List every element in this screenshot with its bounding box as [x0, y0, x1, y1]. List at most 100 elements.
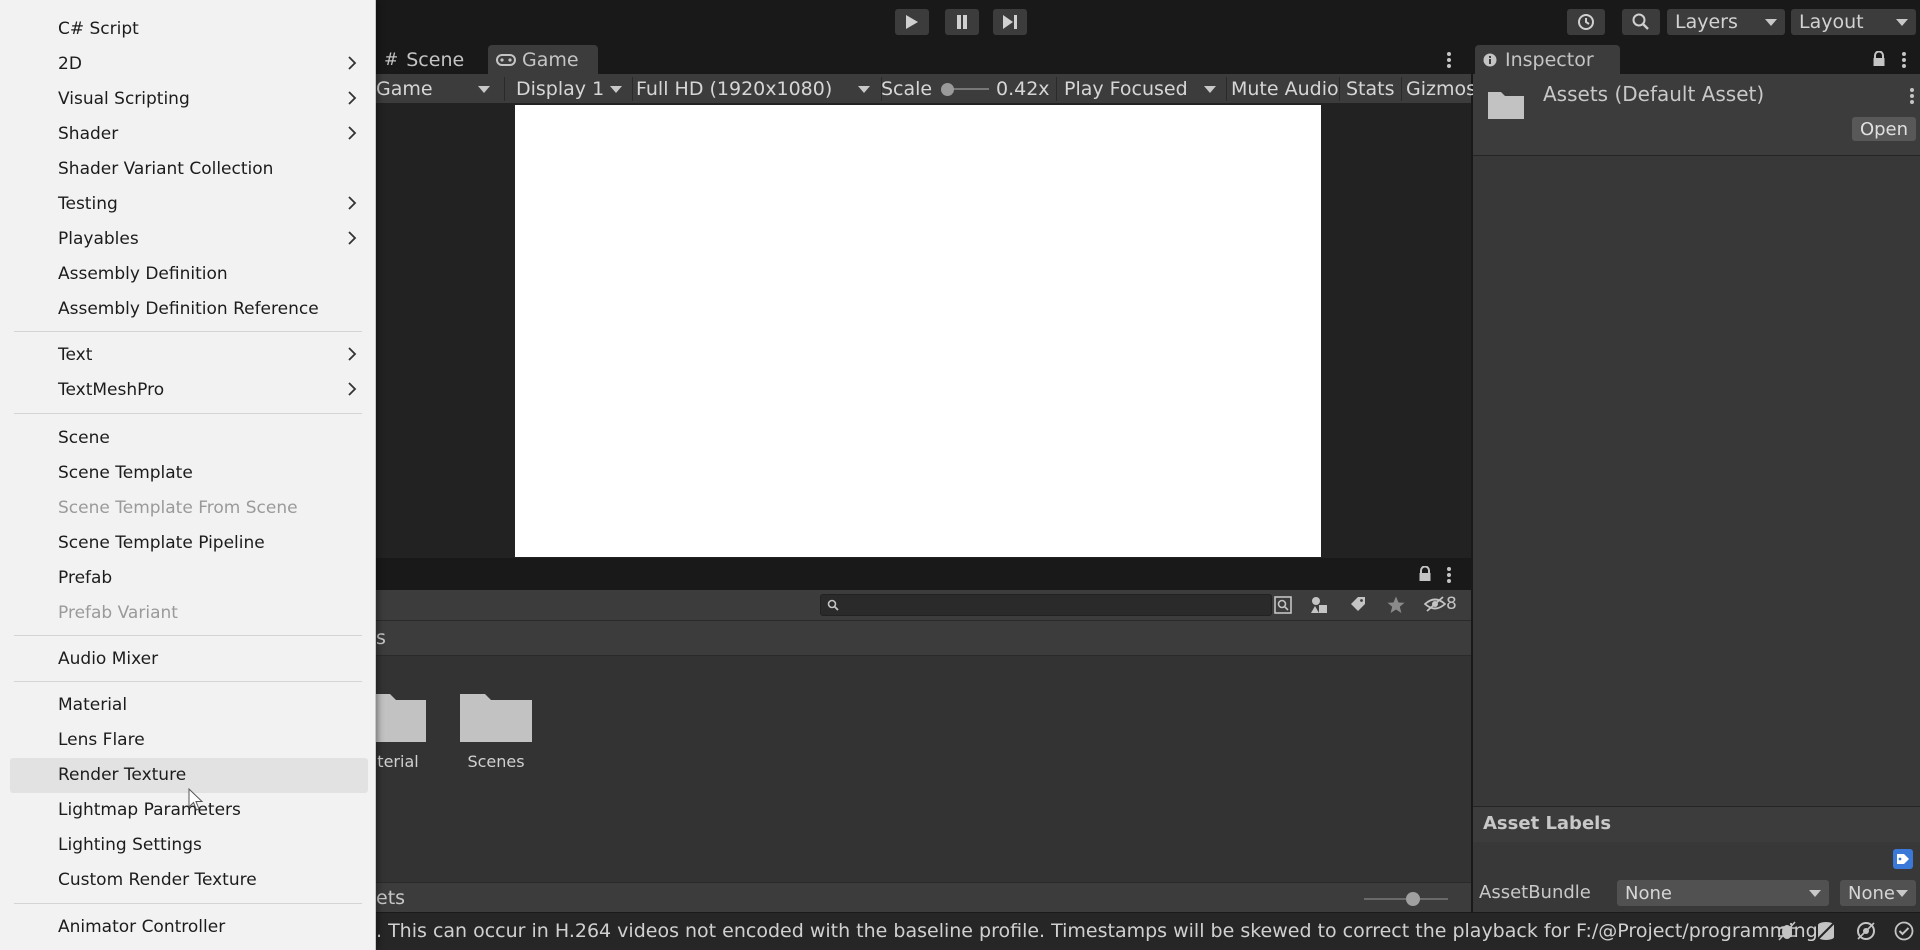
- tab-scene[interactable]: # Scene: [376, 45, 486, 74]
- play-mode-dropdown[interactable]: Play Focused: [1064, 74, 1220, 104]
- menu-item-assembly-definition-reference[interactable]: Assembly Definition Reference: [58, 299, 319, 319]
- asset-bundle-label: AssetBundle: [1479, 882, 1591, 903]
- open-button[interactable]: Open: [1852, 117, 1916, 141]
- menu-item-render-texture[interactable]: Render Texture: [58, 765, 186, 785]
- chevron-down-icon: [1204, 85, 1216, 93]
- menu-item-visual-scripting[interactable]: Visual Scripting: [58, 89, 190, 109]
- history-icon: [1578, 14, 1594, 30]
- more-options-icon[interactable]: [1901, 50, 1907, 70]
- breadcrumb-item[interactable]: s: [376, 627, 386, 649]
- menu-item-prefab[interactable]: Prefab: [58, 568, 112, 588]
- filter-by-type-icon[interactable]: [1309, 595, 1329, 615]
- history-button[interactable]: [1567, 9, 1605, 35]
- gizmos-toggle[interactable]: Gizmos: [1406, 74, 1476, 104]
- menu-separator: [14, 903, 362, 904]
- gamepad-icon: [496, 53, 516, 66]
- hidden-packages-toggle[interactable]: 8: [1424, 594, 1457, 614]
- step-button[interactable]: [993, 9, 1027, 35]
- tab-inspector[interactable]: Inspector: [1475, 45, 1620, 74]
- step-icon: [1003, 15, 1017, 29]
- menu-item-lighting-settings[interactable]: Lighting Settings: [58, 835, 202, 855]
- divider: [1401, 77, 1402, 101]
- search-icon: [827, 599, 839, 611]
- status-message[interactable]: . This can occur in H.264 videos not enc…: [376, 912, 1824, 950]
- icon-size-slider[interactable]: [1364, 892, 1448, 906]
- play-button[interactable]: [895, 9, 929, 35]
- more-options-icon[interactable]: [1446, 565, 1452, 585]
- tag-icon[interactable]: [1893, 849, 1913, 869]
- menu-item-assembly-definition[interactable]: Assembly Definition: [58, 264, 228, 284]
- inspector-header: Assets (Default Asset): [1473, 74, 1920, 156]
- project-search-input[interactable]: [820, 594, 1272, 616]
- pause-icon: [957, 15, 967, 29]
- resolution-label: Full HD (1920x1080): [636, 78, 833, 100]
- lock-icon[interactable]: [1418, 566, 1432, 582]
- menu-item-shader-variant-collection[interactable]: Shader Variant Collection: [58, 159, 273, 179]
- layout-dropdown[interactable]: Layout: [1791, 9, 1916, 35]
- menu-item-scene-template[interactable]: Scene Template: [58, 463, 193, 483]
- asset-bundle-variant-value: None: [1848, 882, 1895, 904]
- stats-toggle[interactable]: Stats: [1346, 74, 1395, 104]
- resolution-dropdown[interactable]: Full HD (1920x1080): [636, 74, 874, 104]
- eye-hidden-icon: [1424, 596, 1446, 612]
- menu-item-lightmap-parameters[interactable]: Lightmap Parameters: [58, 800, 241, 820]
- menu-item-material[interactable]: Material: [58, 695, 127, 715]
- layers-dropdown[interactable]: Layers: [1667, 9, 1785, 35]
- breadcrumb: s: [376, 620, 1471, 656]
- asset-bundle-variant-dropdown[interactable]: None: [1840, 880, 1916, 906]
- search-scope-icon[interactable]: [1273, 595, 1293, 615]
- pause-button[interactable]: [945, 9, 979, 35]
- folder-item[interactable]: Scenes: [459, 684, 539, 784]
- menu-item-custom-render-texture[interactable]: Custom Render Texture: [58, 870, 257, 890]
- lock-icon[interactable]: [1872, 51, 1886, 67]
- menu-item-scene-template-from-scene: Scene Template From Scene: [58, 498, 298, 518]
- game-mode-dropdown[interactable]: Game: [376, 74, 500, 104]
- chevron-right-icon: [348, 91, 357, 105]
- chevron-down-icon: [858, 85, 870, 93]
- menu-item-playables[interactable]: Playables: [58, 229, 139, 249]
- menu-item-textmeshpro[interactable]: TextMeshPro: [58, 380, 164, 400]
- mute-audio-toggle[interactable]: Mute Audio: [1231, 74, 1339, 104]
- grid-icon: #: [384, 49, 399, 70]
- menu-item-audio-mixer[interactable]: Audio Mixer: [58, 649, 158, 669]
- menu-item-testing[interactable]: Testing: [58, 194, 118, 214]
- search-button[interactable]: [1622, 9, 1660, 35]
- tab-inspector-label: Inspector: [1505, 48, 1594, 71]
- inspector-tab-bar: Inspector: [1473, 45, 1920, 74]
- game-view-controls: Game Display 1 Full HD (1920x1080) Scale…: [376, 74, 1476, 104]
- game-mode-label: Game: [376, 78, 433, 100]
- menu-item-csharp-script[interactable]: C# Script: [58, 19, 139, 39]
- star-icon[interactable]: [1386, 595, 1406, 615]
- asset-title: Assets (Default Asset): [1543, 82, 1765, 106]
- bug-icon[interactable]: [1776, 920, 1798, 942]
- play-mode-label: Play Focused: [1064, 78, 1188, 100]
- menu-item-scene[interactable]: Scene: [58, 428, 110, 448]
- scale-slider[interactable]: [941, 82, 991, 96]
- game-canvas[interactable]: [515, 105, 1321, 557]
- cache-server-icon[interactable]: [1815, 920, 1837, 942]
- menu-item-shader[interactable]: Shader: [58, 124, 118, 144]
- folder-item[interactable]: terial: [368, 684, 438, 784]
- chevron-right-icon: [348, 347, 357, 361]
- display-dropdown[interactable]: Display 1: [516, 74, 626, 104]
- menu-item-lens-flare[interactable]: Lens Flare: [58, 730, 145, 750]
- footer-path: ets: [376, 887, 406, 909]
- divider: [632, 77, 633, 101]
- search-icon: [1632, 13, 1649, 30]
- menu-item-animator-controller[interactable]: Animator Controller: [58, 917, 225, 937]
- progress-icon[interactable]: [1855, 920, 1877, 942]
- hidden-count: 8: [1446, 594, 1457, 614]
- asset-bundle-dropdown[interactable]: None: [1617, 880, 1829, 906]
- project-tab-bar: [376, 560, 1471, 590]
- more-options-icon[interactable]: [1446, 50, 1452, 70]
- menu-item-2d[interactable]: 2D: [58, 54, 82, 74]
- scale-label: Scale: [881, 78, 933, 100]
- check-circle-icon[interactable]: [1893, 920, 1915, 942]
- tab-game[interactable]: Game: [488, 45, 598, 74]
- chevron-right-icon: [348, 56, 357, 70]
- menu-item-scene-template-pipeline[interactable]: Scene Template Pipeline: [58, 533, 265, 553]
- more-options-icon[interactable]: [1909, 86, 1915, 106]
- menu-item-text[interactable]: Text: [58, 345, 92, 365]
- filter-by-label-icon[interactable]: [1348, 595, 1368, 615]
- chevron-right-icon: [348, 196, 357, 210]
